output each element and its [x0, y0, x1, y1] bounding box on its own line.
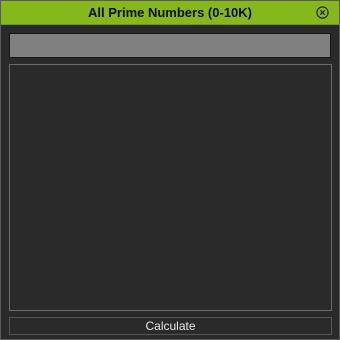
- prime-numbers-window: All Prime Numbers (0-10K) Calculate: [0, 0, 340, 340]
- number-input[interactable]: [9, 33, 331, 58]
- calculate-button[interactable]: Calculate: [9, 317, 332, 335]
- window-title: All Prime Numbers (0-10K): [88, 5, 252, 20]
- close-icon[interactable]: [316, 6, 329, 19]
- title-bar[interactable]: All Prime Numbers (0-10K): [1, 1, 339, 25]
- results-output[interactable]: [9, 64, 332, 311]
